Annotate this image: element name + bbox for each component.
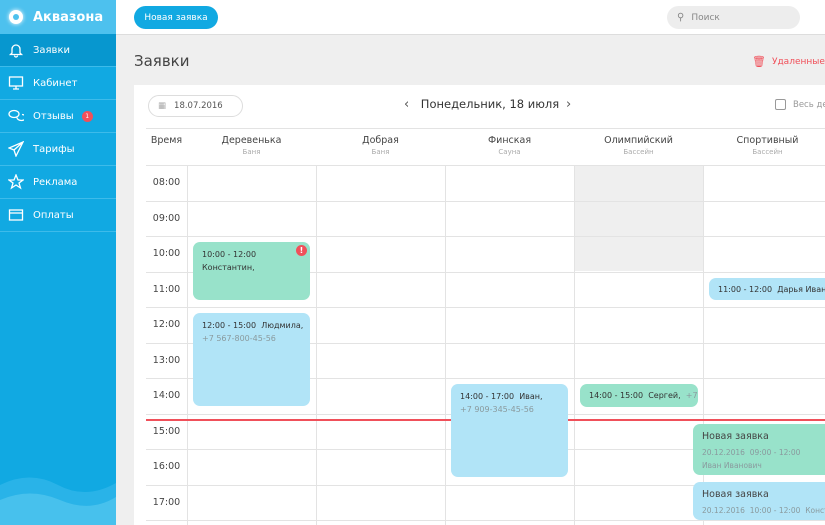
search-input[interactable]: ⚲ Поиск (667, 6, 800, 29)
star-icon (8, 174, 24, 190)
sidebar-item-label: Оплаты (33, 209, 74, 221)
wave-decoration (0, 477, 116, 525)
time-label: 14:00 (152, 390, 181, 401)
sidebar-item-requests[interactable]: Заявки (0, 34, 116, 67)
checkbox[interactable] (775, 99, 786, 110)
all-day-checkbox[interactable]: Весь день (775, 99, 825, 110)
event-card[interactable]: 11:00 - 12:00 Дарья Ивано (709, 278, 825, 300)
next-day-button[interactable]: › (566, 97, 571, 112)
time-label: 11:00 (152, 284, 181, 295)
column-divider (574, 165, 575, 525)
column-header: Спортивный Бассейн (736, 135, 799, 156)
row-divider (146, 520, 825, 521)
column-header: Деревенька Баня (221, 135, 282, 156)
date-value: 18.07.2016 (174, 101, 223, 111)
date-picker[interactable]: ▦ 18.07.2016 (148, 95, 243, 117)
row-divider (146, 201, 825, 202)
time-label: 15:00 (152, 426, 181, 437)
all-day-label: Весь день (793, 99, 825, 110)
search-placeholder: Поиск (691, 12, 720, 23)
sidebar-item-ads[interactable]: Реклама (0, 166, 116, 199)
time-label: 13:00 (152, 355, 181, 366)
row-divider (146, 307, 825, 308)
time-label: 12:00 (152, 319, 181, 330)
new-request-button[interactable]: Новая заявка (134, 6, 218, 29)
alert-icon: ! (296, 245, 307, 256)
sidebar-item-label: Реклама (33, 176, 78, 188)
sidebar: Аквазона Заявки Кабинет Отзывы 1 Тарифы Р… (0, 0, 116, 525)
new-request-card[interactable]: Новая заявка 20.12.2016 09:00 - 12:00 Иван… (693, 424, 825, 475)
search-icon: ⚲ (677, 12, 685, 23)
sidebar-item-label: Кабинет (33, 77, 78, 89)
card-icon (8, 209, 24, 221)
bell-icon (8, 44, 24, 58)
time-header: Время (150, 135, 183, 146)
current-day: Понедельник, 18 июля (420, 97, 560, 111)
column-header: Финская Сауна (487, 135, 532, 156)
event-card[interactable]: 14:00 - 15:00 Сергей, +7 9 (580, 384, 698, 407)
trash-icon: 🗑 (752, 55, 766, 68)
event-card[interactable]: 14:00 - 17:00 Иван, +7 909-345-45-56 (451, 384, 568, 477)
column-divider (316, 165, 317, 525)
sidebar-item-label: Тарифы (33, 143, 75, 155)
event-card[interactable]: 12:00 - 15:00 Людмила, +7 567-800-45-56 (193, 313, 310, 406)
logo-icon (9, 10, 23, 24)
deleted-requests-link[interactable]: 🗑 Удаленные заявки (752, 55, 825, 68)
sidebar-item-cabinet[interactable]: Кабинет (0, 67, 116, 100)
deleted-label: Удаленные заявки (771, 56, 825, 67)
divider (146, 165, 825, 166)
time-label: 08:00 (152, 177, 181, 188)
column-divider (187, 165, 188, 525)
calendar-icon: ▦ (158, 101, 167, 111)
unavailable-block (574, 165, 703, 271)
chat-icon (8, 109, 24, 122)
time-label: 16:00 (152, 461, 181, 472)
row-divider (146, 236, 825, 237)
sidebar-item-tariffs[interactable]: Тарифы (0, 133, 116, 166)
sidebar-item-label: Отзывы (33, 110, 74, 122)
sidebar-item-reviews[interactable]: Отзывы 1 (0, 100, 116, 133)
time-label: 17:00 (152, 497, 181, 508)
column-divider (445, 165, 446, 525)
app-name: Аквазона (33, 9, 104, 25)
divider (146, 128, 825, 129)
paper-plane-icon (8, 141, 24, 157)
reviews-badge: 1 (81, 110, 93, 122)
column-header: Добрая Баня (362, 135, 399, 156)
event-card[interactable]: 10:00 - 12:00 Константин,! (193, 242, 310, 300)
logo[interactable]: Аквазона (0, 0, 116, 34)
monitor-icon (8, 76, 24, 90)
new-request-card[interactable]: Новая заявка 20.12.2016 10:00 - 12:00 Кон… (693, 482, 825, 520)
sidebar-item-label: Заявки (33, 44, 70, 56)
time-label: 09:00 (152, 213, 181, 224)
sidebar-item-payments[interactable]: Оплаты (0, 199, 116, 232)
time-label: 10:00 (152, 248, 181, 259)
page-title: Заявки (134, 52, 190, 70)
column-header: Олимпийский Бассейн (604, 135, 673, 156)
